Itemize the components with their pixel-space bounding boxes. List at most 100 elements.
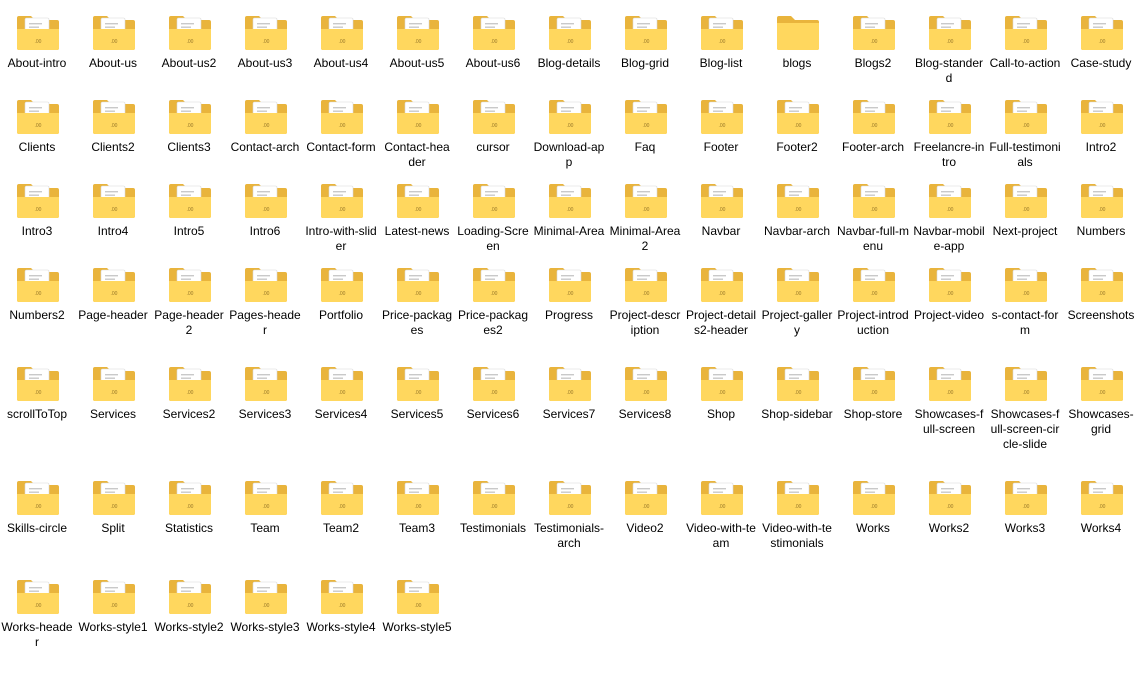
folder-icon: .00 xyxy=(1079,14,1125,52)
folder-label: Services4 xyxy=(314,407,368,421)
svg-text:.00: .00 xyxy=(339,207,346,213)
svg-text:.00: .00 xyxy=(947,123,954,129)
folder-label: Skills-circle xyxy=(7,521,67,535)
folder-label: blogs xyxy=(782,56,812,70)
svg-text:.00: .00 xyxy=(1023,291,1030,297)
folder-icon: .00 xyxy=(851,266,897,304)
folder-label: Clients2 xyxy=(91,140,135,154)
folder-icon: .00 xyxy=(547,365,593,403)
folder-icon: .00 xyxy=(319,578,365,616)
svg-text:.00: .00 xyxy=(1023,123,1030,129)
folder-icon: .00 xyxy=(547,182,593,220)
folder-icon: .00 xyxy=(927,14,973,52)
folder-icon: .00 xyxy=(851,479,897,517)
folder-label: Team xyxy=(250,521,280,535)
folder-label: Services3 xyxy=(238,407,292,421)
svg-text:.00: .00 xyxy=(35,207,42,213)
svg-text:.00: .00 xyxy=(643,390,650,396)
svg-text:.00: .00 xyxy=(1099,504,1106,510)
svg-text:.00: .00 xyxy=(643,504,650,510)
folder-label: Works-style5 xyxy=(382,620,452,634)
svg-text:.00: .00 xyxy=(339,390,346,396)
svg-text:.00: .00 xyxy=(491,504,498,510)
folder-icon: .00 xyxy=(1003,479,1049,517)
folder-label: Case-study xyxy=(1070,56,1132,70)
folder-icon: .00 xyxy=(851,365,897,403)
folder-icon: .00 xyxy=(1003,266,1049,304)
folder-icon: .00 xyxy=(471,266,517,304)
folder-label: Works-style2 xyxy=(154,620,224,634)
folder-icon: .00 xyxy=(927,365,973,403)
folder-label: Testimonials xyxy=(459,521,527,535)
folder-label: Works3 xyxy=(1004,521,1046,535)
folder-icon: .00 xyxy=(15,479,61,517)
svg-text:.00: .00 xyxy=(415,603,422,609)
svg-text:.00: .00 xyxy=(491,207,498,213)
folder-label: Blog-standerd xyxy=(914,56,984,85)
folder-icon: .00 xyxy=(775,98,821,136)
folder-label: Works4 xyxy=(1080,521,1122,535)
svg-text:.00: .00 xyxy=(1099,123,1106,129)
svg-text:.00: .00 xyxy=(719,291,726,297)
folder-icon: .00 xyxy=(91,98,137,136)
svg-text:.00: .00 xyxy=(35,603,42,609)
folder-label: Showcases-full-screen-circle-slide xyxy=(990,407,1060,451)
folder-label: Showcases-full-screen xyxy=(914,407,984,436)
folder-label: s-contact-form xyxy=(991,308,1059,337)
folder-label: Footer xyxy=(703,140,739,154)
folder-label: Footer2 xyxy=(776,140,818,154)
svg-text:.00: .00 xyxy=(795,291,802,297)
svg-text:.00: .00 xyxy=(111,390,118,396)
svg-text:.00: .00 xyxy=(111,39,118,45)
svg-text:.00: .00 xyxy=(339,123,346,129)
svg-text:.00: .00 xyxy=(567,291,574,297)
file-grid: .00 About-intro .00 About-us .00 About-u… xyxy=(0,0,1143,678)
folder-icon: .00 xyxy=(775,266,821,304)
folder-label: Services5 xyxy=(390,407,444,421)
folder-icon: .00 xyxy=(91,479,137,517)
folder-icon: .00 xyxy=(395,365,441,403)
folder-label: Latest-news xyxy=(384,224,450,238)
svg-text:.00: .00 xyxy=(415,39,422,45)
folder-icon: .00 xyxy=(1079,266,1125,304)
folder-label: Project-introduction xyxy=(837,308,909,337)
svg-text:.00: .00 xyxy=(1099,207,1106,213)
folder-label: Showcases-grid xyxy=(1068,407,1134,436)
svg-text:.00: .00 xyxy=(947,39,954,45)
folder-icon: .00 xyxy=(167,365,213,403)
svg-text:.00: .00 xyxy=(795,504,802,510)
folder-label: Statistics xyxy=(164,521,213,535)
svg-text:.00: .00 xyxy=(795,390,802,396)
svg-text:.00: .00 xyxy=(871,390,878,396)
svg-text:.00: .00 xyxy=(719,504,726,510)
folder-icon: .00 xyxy=(1003,98,1049,136)
folder-label: Blog-grid xyxy=(620,56,670,70)
folder-label: Intro5 xyxy=(173,224,205,238)
folder-label: Contact-form xyxy=(306,140,376,154)
svg-text:.00: .00 xyxy=(947,390,954,396)
folder-label: About-us5 xyxy=(389,56,445,70)
folder-label: Testimonials-arch xyxy=(533,521,605,550)
svg-text:.00: .00 xyxy=(1023,207,1030,213)
folder-label: Intro4 xyxy=(97,224,129,238)
folder-label: About-us6 xyxy=(465,56,521,70)
svg-text:.00: .00 xyxy=(339,504,346,510)
folder-label: Works-style4 xyxy=(306,620,376,634)
folder-label: About-us xyxy=(88,56,138,70)
svg-text:.00: .00 xyxy=(871,291,878,297)
folder-icon: .00 xyxy=(547,266,593,304)
folder-icon: .00 xyxy=(395,98,441,136)
svg-text:.00: .00 xyxy=(111,603,118,609)
folder-icon: .00 xyxy=(243,578,289,616)
folder-icon: .00 xyxy=(167,479,213,517)
folder-label: Navbar xyxy=(701,224,741,238)
folder-empty-icon xyxy=(775,14,821,52)
folder-label: Contact-arch xyxy=(230,140,300,154)
folder-icon: .00 xyxy=(167,578,213,616)
folder-label: Next-project xyxy=(992,224,1058,238)
svg-text:.00: .00 xyxy=(567,123,574,129)
folder-icon: .00 xyxy=(319,98,365,136)
folder-label: Blog-list xyxy=(699,56,743,70)
folder-label: Video-with-team xyxy=(686,521,756,550)
svg-text:.00: .00 xyxy=(1099,291,1106,297)
